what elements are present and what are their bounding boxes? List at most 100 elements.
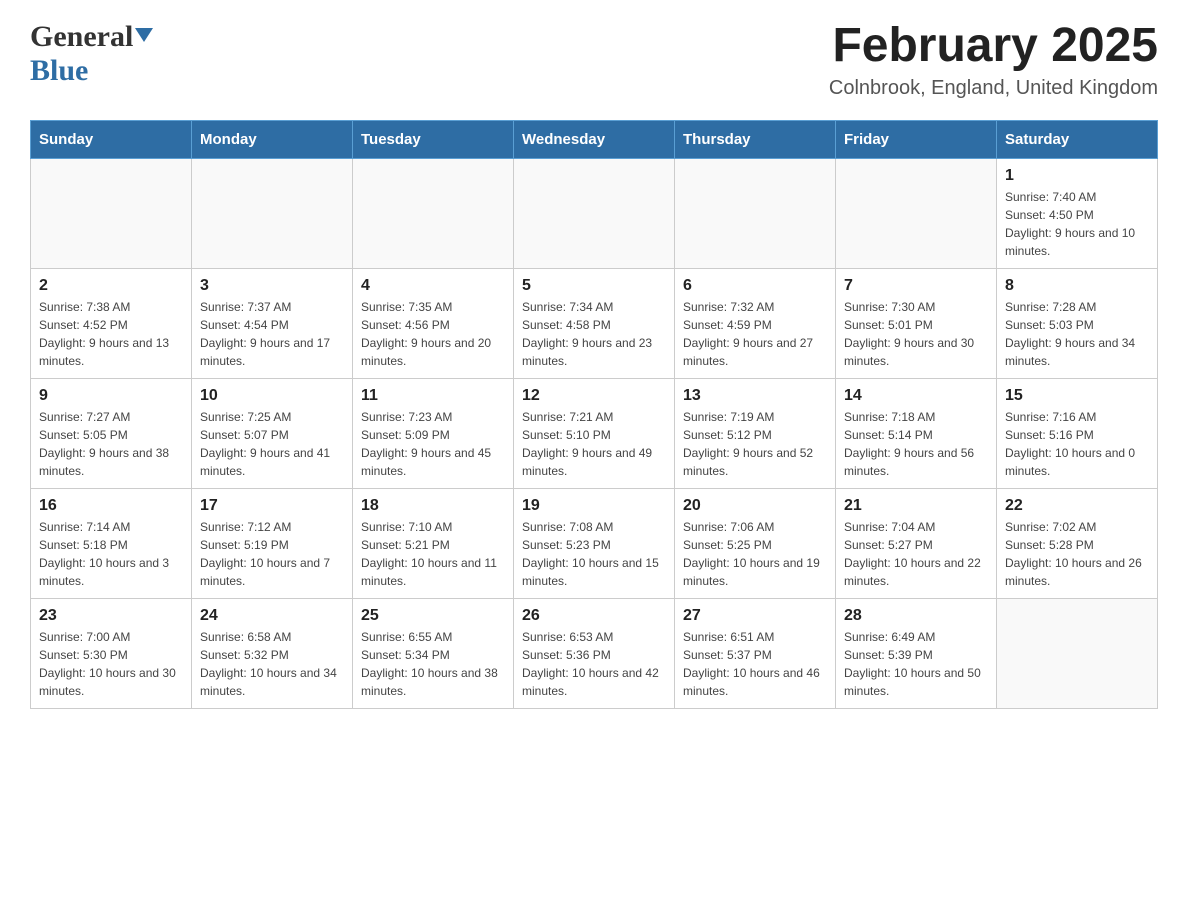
calendar-cell: 26 Sunrise: 6:53 AM Sunset: 5:36 PM Dayli… <box>514 598 675 708</box>
weekday-header-saturday: Saturday <box>997 120 1158 158</box>
calendar-cell: 1Sunrise: 7:40 AM Sunset: 4:50 PM Daylig… <box>997 158 1158 268</box>
day-number: 7 <box>844 277 988 295</box>
calendar-cell: 15 Sunrise: 7:16 AM Sunset: 5:16 PM Dayli… <box>997 378 1158 488</box>
calendar-cell: 24 Sunrise: 6:58 AM Sunset: 5:32 PM Dayli… <box>192 598 353 708</box>
day-number: 15 <box>1005 387 1149 405</box>
calendar-cell: 10 Sunrise: 7:25 AM Sunset: 5:07 PM Dayli… <box>192 378 353 488</box>
day-number: 23 <box>39 607 183 625</box>
calendar-cell: 18 Sunrise: 7:10 AM Sunset: 5:21 PM Dayli… <box>353 488 514 598</box>
day-number: 19 <box>522 497 666 515</box>
day-info: Sunrise: 6:53 AM Sunset: 5:36 PM Dayligh… <box>522 628 666 700</box>
title-block: February 2025 Colnbrook, England, United… <box>829 20 1158 100</box>
day-info: Sunrise: 7:06 AM Sunset: 5:25 PM Dayligh… <box>683 518 827 590</box>
logo-blue-text: Blue <box>30 54 88 87</box>
calendar-cell: 3 Sunrise: 7:37 AM Sunset: 4:54 PM Daylig… <box>192 268 353 378</box>
calendar-cell: 23 Sunrise: 7:00 AM Sunset: 5:30 PM Dayli… <box>31 598 192 708</box>
weekday-header-tuesday: Tuesday <box>353 120 514 158</box>
calendar-cell: 17 Sunrise: 7:12 AM Sunset: 5:19 PM Dayli… <box>192 488 353 598</box>
calendar-cell <box>192 158 353 268</box>
day-number: 10 <box>200 387 344 405</box>
day-number: 21 <box>844 497 988 515</box>
calendar-cell <box>997 598 1158 708</box>
logo: General Blue <box>30 20 153 88</box>
day-info: Sunrise: 7:02 AM Sunset: 5:28 PM Dayligh… <box>1005 518 1149 590</box>
day-number: 17 <box>200 497 344 515</box>
day-info: Sunrise: 7:10 AM Sunset: 5:21 PM Dayligh… <box>361 518 505 590</box>
calendar-week-row: 23 Sunrise: 7:00 AM Sunset: 5:30 PM Dayli… <box>31 598 1158 708</box>
day-info: Sunrise: 7:40 AM Sunset: 4:50 PM Dayligh… <box>1005 188 1149 260</box>
day-info: Sunrise: 7:19 AM Sunset: 5:12 PM Dayligh… <box>683 408 827 480</box>
day-info: Sunrise: 7:37 AM Sunset: 4:54 PM Dayligh… <box>200 298 344 370</box>
day-info: Sunrise: 7:27 AM Sunset: 5:05 PM Dayligh… <box>39 408 183 480</box>
weekday-header-wednesday: Wednesday <box>514 120 675 158</box>
day-info: Sunrise: 7:30 AM Sunset: 5:01 PM Dayligh… <box>844 298 988 370</box>
day-number: 20 <box>683 497 827 515</box>
day-info: Sunrise: 6:58 AM Sunset: 5:32 PM Dayligh… <box>200 628 344 700</box>
calendar-week-row: 1Sunrise: 7:40 AM Sunset: 4:50 PM Daylig… <box>31 158 1158 268</box>
day-number: 13 <box>683 387 827 405</box>
day-info: Sunrise: 7:23 AM Sunset: 5:09 PM Dayligh… <box>361 408 505 480</box>
day-info: Sunrise: 6:49 AM Sunset: 5:39 PM Dayligh… <box>844 628 988 700</box>
calendar-cell <box>514 158 675 268</box>
calendar-cell: 6 Sunrise: 7:32 AM Sunset: 4:59 PM Daylig… <box>675 268 836 378</box>
calendar-cell: 28 Sunrise: 6:49 AM Sunset: 5:39 PM Dayli… <box>836 598 997 708</box>
calendar-cell: 25 Sunrise: 6:55 AM Sunset: 5:34 PM Dayli… <box>353 598 514 708</box>
calendar-cell: 9 Sunrise: 7:27 AM Sunset: 5:05 PM Daylig… <box>31 378 192 488</box>
month-title: February 2025 <box>829 20 1158 73</box>
calendar-week-row: 2 Sunrise: 7:38 AM Sunset: 4:52 PM Daylig… <box>31 268 1158 378</box>
calendar-week-row: 9 Sunrise: 7:27 AM Sunset: 5:05 PM Daylig… <box>31 378 1158 488</box>
day-info: Sunrise: 7:25 AM Sunset: 5:07 PM Dayligh… <box>200 408 344 480</box>
page-header: General Blue February 2025 Colnbrook, En… <box>30 20 1158 100</box>
calendar-cell: 20 Sunrise: 7:06 AM Sunset: 5:25 PM Dayli… <box>675 488 836 598</box>
day-info: Sunrise: 7:34 AM Sunset: 4:58 PM Dayligh… <box>522 298 666 370</box>
day-number: 24 <box>200 607 344 625</box>
calendar-cell: 13 Sunrise: 7:19 AM Sunset: 5:12 PM Dayli… <box>675 378 836 488</box>
day-info: Sunrise: 7:38 AM Sunset: 4:52 PM Dayligh… <box>39 298 183 370</box>
day-number: 6 <box>683 277 827 295</box>
calendar-cell: 2 Sunrise: 7:38 AM Sunset: 4:52 PM Daylig… <box>31 268 192 378</box>
day-info: Sunrise: 6:55 AM Sunset: 5:34 PM Dayligh… <box>361 628 505 700</box>
day-info: Sunrise: 7:18 AM Sunset: 5:14 PM Dayligh… <box>844 408 988 480</box>
day-number: 3 <box>200 277 344 295</box>
day-info: Sunrise: 7:12 AM Sunset: 5:19 PM Dayligh… <box>200 518 344 590</box>
calendar-cell: 21Sunrise: 7:04 AM Sunset: 5:27 PM Dayli… <box>836 488 997 598</box>
day-number: 8 <box>1005 277 1149 295</box>
day-number: 18 <box>361 497 505 515</box>
day-info: Sunrise: 7:16 AM Sunset: 5:16 PM Dayligh… <box>1005 408 1149 480</box>
day-number: 26 <box>522 607 666 625</box>
day-info: Sunrise: 7:08 AM Sunset: 5:23 PM Dayligh… <box>522 518 666 590</box>
calendar-cell <box>353 158 514 268</box>
weekday-header-friday: Friday <box>836 120 997 158</box>
day-info: Sunrise: 7:35 AM Sunset: 4:56 PM Dayligh… <box>361 298 505 370</box>
weekday-header-sunday: Sunday <box>31 120 192 158</box>
calendar-cell: 16Sunrise: 7:14 AM Sunset: 5:18 PM Dayli… <box>31 488 192 598</box>
day-number: 27 <box>683 607 827 625</box>
calendar-cell: 22 Sunrise: 7:02 AM Sunset: 5:28 PM Dayli… <box>997 488 1158 598</box>
weekday-header-thursday: Thursday <box>675 120 836 158</box>
day-number: 28 <box>844 607 988 625</box>
weekday-header-monday: Monday <box>192 120 353 158</box>
calendar-week-row: 16Sunrise: 7:14 AM Sunset: 5:18 PM Dayli… <box>31 488 1158 598</box>
day-number: 9 <box>39 387 183 405</box>
day-number: 4 <box>361 277 505 295</box>
day-number: 5 <box>522 277 666 295</box>
day-number: 12 <box>522 387 666 405</box>
day-info: Sunrise: 7:00 AM Sunset: 5:30 PM Dayligh… <box>39 628 183 700</box>
logo-general-text: General <box>30 20 133 54</box>
day-number: 25 <box>361 607 505 625</box>
location-text: Colnbrook, England, United Kingdom <box>829 77 1158 100</box>
calendar-cell: 12 Sunrise: 7:21 AM Sunset: 5:10 PM Dayli… <box>514 378 675 488</box>
logo-triangle-icon <box>135 28 153 42</box>
calendar-cell: 7 Sunrise: 7:30 AM Sunset: 5:01 PM Daylig… <box>836 268 997 378</box>
day-number: 2 <box>39 277 183 295</box>
calendar-cell: 8Sunrise: 7:28 AM Sunset: 5:03 PM Daylig… <box>997 268 1158 378</box>
day-number: 22 <box>1005 497 1149 515</box>
calendar-cell <box>31 158 192 268</box>
calendar-cell: 4 Sunrise: 7:35 AM Sunset: 4:56 PM Daylig… <box>353 268 514 378</box>
day-number: 11 <box>361 387 505 405</box>
day-number: 16 <box>39 497 183 515</box>
calendar-cell: 14Sunrise: 7:18 AM Sunset: 5:14 PM Dayli… <box>836 378 997 488</box>
calendar-cell: 11 Sunrise: 7:23 AM Sunset: 5:09 PM Dayli… <box>353 378 514 488</box>
day-info: Sunrise: 7:21 AM Sunset: 5:10 PM Dayligh… <box>522 408 666 480</box>
day-info: Sunrise: 7:32 AM Sunset: 4:59 PM Dayligh… <box>683 298 827 370</box>
